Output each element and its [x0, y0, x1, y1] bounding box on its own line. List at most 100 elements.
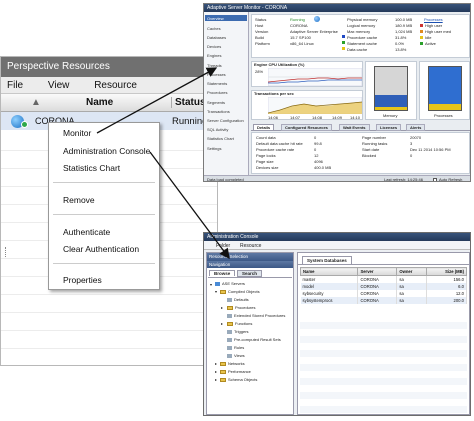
- tab-licenses[interactable]: Licenses: [376, 124, 402, 131]
- db-size: 156.0: [426, 275, 467, 283]
- sidebar-item[interactable]: Processes: [207, 72, 226, 77]
- folder-icon: [220, 362, 226, 366]
- info-value: 15.7 SP100: [290, 35, 311, 40]
- object-icon: [227, 314, 232, 318]
- status-globe-icon: [314, 16, 320, 22]
- tree-item[interactable]: Rules: [234, 345, 244, 350]
- column-server[interactable]: Server: [357, 267, 398, 276]
- menu-resource[interactable]: Resource: [240, 243, 261, 249]
- tab-details[interactable]: Details: [253, 124, 275, 130]
- tree-item[interactable]: Performance: [228, 369, 251, 374]
- sidebar-item[interactable]: Segments: [207, 100, 225, 105]
- detail-value: 4096: [314, 159, 323, 164]
- menu-folder[interactable]: Folder: [216, 243, 230, 249]
- db-size: 12.0: [426, 290, 467, 297]
- sidebar-item[interactable]: Devices: [207, 44, 221, 49]
- expand-icon[interactable]: ▸: [221, 321, 223, 326]
- sidebar-item[interactable]: Databases: [207, 35, 226, 40]
- db-name: master: [300, 275, 359, 283]
- menu-item-administration-console[interactable]: Administration Console: [63, 146, 150, 156]
- detail-value: 0: [314, 147, 317, 152]
- menu-file[interactable]: File: [7, 80, 23, 91]
- tree-item[interactable]: Networks: [228, 361, 245, 366]
- table-row[interactable]: master CORONA sa 156.0: [300, 275, 467, 283]
- tree-item[interactable]: Defaults: [234, 297, 249, 302]
- processes-bar: [428, 66, 462, 111]
- table-row[interactable]: model CORONA sa 6.0: [300, 283, 467, 290]
- menu-separator: [53, 214, 155, 215]
- column-owner[interactable]: Owner: [396, 267, 428, 276]
- sidebar-item[interactable]: Engines: [207, 53, 221, 58]
- tree-item[interactable]: Functions: [235, 321, 252, 326]
- processes-chart: Processes: [419, 61, 470, 120]
- menu-item-remove[interactable]: Remove: [63, 195, 95, 205]
- tab-browse[interactable]: Browse: [209, 270, 236, 276]
- sidebar-item[interactable]: Server Configuration: [207, 118, 244, 123]
- expand-icon[interactable]: ▸: [221, 305, 223, 310]
- memory-label: Max memory: [347, 29, 371, 34]
- column-status[interactable]: Status: [171, 97, 206, 108]
- time-tick: 14:08: [312, 115, 323, 120]
- tab-configured-resources[interactable]: Configured Resources: [281, 124, 332, 131]
- sidebar-item[interactable]: Statements: [207, 81, 227, 86]
- column-size[interactable]: Size (MB): [426, 267, 467, 276]
- transactions-chart: Transactions per sec 14:06 14:07 14:08 1…: [251, 90, 363, 120]
- sidebar-item[interactable]: Threads: [207, 63, 222, 68]
- menu-item-properties[interactable]: Properties: [63, 275, 102, 285]
- menu-item-clear-authentication[interactable]: Clear Authentication: [63, 244, 139, 254]
- tab-system-databases[interactable]: System Databases: [302, 256, 352, 264]
- tree-item[interactable]: Compiled Objects: [228, 289, 260, 294]
- transactions-plot: [268, 97, 362, 114]
- detail-label: Procedure cache rate: [256, 147, 295, 152]
- databases-table: Name Server Owner Size (MB) master CORON…: [299, 267, 467, 304]
- column-name[interactable]: Name: [86, 97, 113, 108]
- tree-item[interactable]: Extended Stored Procedures: [234, 313, 285, 318]
- legend-swatch: [342, 47, 345, 50]
- processes-link[interactable]: Processes: [424, 17, 443, 22]
- tree-item[interactable]: Triggers: [234, 329, 249, 334]
- db-server: CORONA: [357, 290, 398, 297]
- resource-selection-header: Resource Selection: [207, 253, 293, 261]
- folder-icon: [220, 290, 226, 294]
- folder-icon: [220, 370, 226, 374]
- monitor-sidebar: Overview Caches Databases Devices Engine…: [204, 12, 249, 175]
- tab-alerts[interactable]: Alerts: [406, 124, 426, 131]
- menu-item-monitor[interactable]: Monitor: [63, 128, 91, 138]
- table-row[interactable]: sybsecurity CORONA sa 12.0: [300, 290, 467, 297]
- expand-icon[interactable]: ▸: [215, 361, 217, 366]
- tab-search[interactable]: Search: [237, 270, 263, 277]
- sidebar-item[interactable]: Overview: [207, 16, 224, 21]
- tab-wait-events[interactable]: Wait Events: [339, 124, 370, 131]
- column-name[interactable]: Name: [299, 267, 359, 276]
- expand-icon[interactable]: ▸: [215, 369, 217, 374]
- sidebar-item[interactable]: Caches: [207, 26, 221, 31]
- tree-item[interactable]: Schema Objects: [228, 377, 257, 382]
- expand-icon[interactable]: ▾: [215, 289, 217, 294]
- legend-label: High user: [425, 23, 443, 28]
- tree-item[interactable]: Views: [234, 353, 245, 358]
- memory-value: 1,024 MB: [395, 29, 413, 34]
- processes-chart-label: Processes: [434, 113, 453, 118]
- overview-info-panel: Status Running Host CORONA Version Adapt…: [251, 14, 470, 58]
- expand-icon[interactable]: ▾: [210, 282, 212, 287]
- detail-label: Start date: [362, 147, 380, 152]
- sidebar-item[interactable]: Transactions: [207, 109, 230, 114]
- tree-item[interactable]: Procedures: [235, 305, 255, 310]
- expand-icon[interactable]: ▸: [215, 377, 217, 382]
- sidebar-item[interactable]: Procedures: [207, 90, 227, 95]
- object-icon: [227, 330, 232, 334]
- menu-view[interactable]: View: [48, 80, 70, 91]
- resize-handle[interactable]: [5, 247, 8, 257]
- details-panel: Count data 0 Default data cache hit rate…: [251, 132, 470, 174]
- table-row[interactable]: sybsystemprocs CORONA sa 200.0: [300, 297, 467, 304]
- detail-value: Dec 11 2014 10:56 PM: [410, 147, 451, 152]
- menu-item-statistics-chart[interactable]: Statistics Chart: [63, 163, 120, 173]
- tree-item[interactable]: Pre-computed Result Sets: [234, 337, 281, 342]
- sidebar-item[interactable]: Statistics Chart: [207, 136, 234, 141]
- sidebar-item[interactable]: Settings: [207, 146, 221, 151]
- menu-item-authenticate[interactable]: Authenticate: [63, 227, 110, 237]
- sidebar-item[interactable]: SQL Activity: [207, 127, 228, 132]
- auto-refresh-checkbox[interactable]: [433, 178, 437, 181]
- menu-resource[interactable]: Resource: [94, 80, 137, 91]
- tree-item[interactable]: ASE Servers: [222, 281, 245, 286]
